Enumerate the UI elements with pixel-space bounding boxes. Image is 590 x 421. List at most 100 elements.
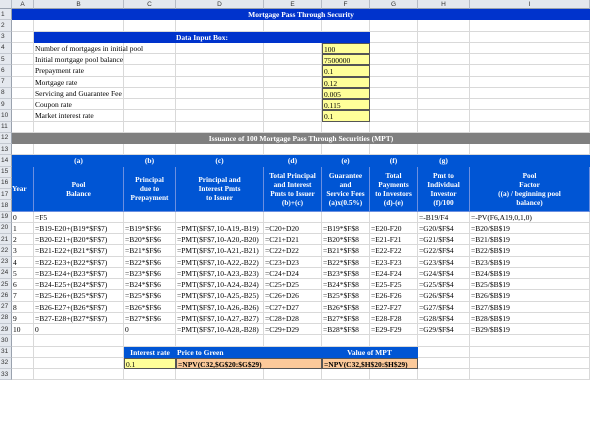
cell[interactable] [12,76,34,88]
formula-cell-b[interactable]: =B19*$F$6 [124,222,176,234]
formula-cell-b[interactable]: =B20*$F$6 [124,234,176,246]
column-header-f[interactable]: F [322,0,370,9]
cell[interactable] [370,335,418,347]
formula-cell-b[interactable]: =B23*$F$6 [124,267,176,279]
row-header-14[interactable]: 14 [0,155,12,167]
row-header-29[interactable]: 29 [0,324,12,336]
cell[interactable] [176,335,264,347]
column-header-d[interactable]: D [176,0,264,9]
cell[interactable] [34,335,124,347]
formula-cell-h[interactable]: =B27/$B$19 [470,301,590,313]
cell[interactable] [470,54,590,66]
formula-cell-c[interactable]: =PMT($F$7,10-A26,-B26) [176,301,264,313]
input-value-field[interactable]: 100 [322,42,370,54]
cell[interactable] [470,346,590,358]
select-all-corner[interactable] [0,0,12,9]
formula-cell-g[interactable]: =G21/$F$4 [418,234,470,246]
formula-cell-f[interactable]: =E24-F24 [370,267,418,279]
cell[interactable] [124,20,176,32]
cell[interactable] [470,110,590,122]
cell[interactable] [418,369,470,381]
cell[interactable] [322,369,370,381]
row-header-8[interactable]: 8 [0,87,12,99]
cell[interactable] [370,65,418,77]
formula-cell-d[interactable]: =C25+D25 [264,279,322,291]
cell[interactable] [34,144,124,156]
row-header-17[interactable]: 17 [0,189,12,201]
cell[interactable] [264,335,322,347]
row-header-9[interactable]: 9 [0,99,12,111]
formula-cell-e[interactable]: =B26*$F$8 [322,301,370,313]
formula-cell-h[interactable]: =B22/$B$19 [470,245,590,257]
formula-cell-b[interactable]: =B21*$F$6 [124,245,176,257]
row-header-16[interactable]: 16 [0,177,12,189]
cell[interactable] [34,20,124,32]
year-cell[interactable]: 10 [12,324,34,336]
formula-cell-b[interactable]: =B26*$F$6 [124,301,176,313]
cell[interactable] [418,346,470,358]
input-value-field[interactable]: 0.12 [322,76,370,88]
row-header-20[interactable]: 20 [0,222,12,234]
formula-cell-a[interactable]: =F5 [34,211,124,223]
cell[interactable] [322,335,370,347]
formula-cell-d[interactable]: =C29+D29 [264,324,322,336]
cell[interactable] [322,121,370,133]
formula-cell-b[interactable]: =B24*$F$6 [124,279,176,291]
cell[interactable] [12,42,34,54]
formula-cell-e[interactable]: =B28*$F$8 [322,324,370,336]
formula-cell-a[interactable]: =B27-E28+(B27*$F$7) [34,312,124,324]
row-header-30[interactable]: 30 [0,335,12,347]
formula-cell-a[interactable]: =B23-E24+(B23*$F$7) [34,267,124,279]
cell[interactable] [370,121,418,133]
cell[interactable] [12,110,34,122]
cell[interactable] [12,87,34,99]
formula-cell-d[interactable]: =C28+D28 [264,312,322,324]
input-value-field[interactable]: 0.1 [322,65,370,77]
formula-cell-a[interactable]: =B26-E27+(B26*$F$7) [34,301,124,313]
column-header-c[interactable]: C [124,0,176,9]
formula-cell-h[interactable]: =B28/$B$19 [470,312,590,324]
formula-cell-g[interactable]: =G24/$F$4 [418,267,470,279]
formula-cell-a[interactable]: =B19-E20+(B19*$F$7) [34,222,124,234]
formula-cell-g[interactable]: =G29/$F$4 [418,324,470,336]
cell[interactable] [470,42,590,54]
formula-cell-c[interactable]: =PMT($F$7,10-A22,-B22) [176,256,264,268]
row-header-2[interactable]: 2 [0,20,12,32]
cell[interactable] [124,369,176,381]
row-header-25[interactable]: 25 [0,279,12,291]
row-header-31[interactable]: 31 [0,346,12,358]
cell[interactable] [264,20,322,32]
cell[interactable] [418,42,470,54]
row-header-23[interactable]: 23 [0,256,12,268]
cell[interactable] [34,346,124,358]
cell[interactable] [418,357,470,369]
formula-cell-d[interactable]: =C20+D20 [264,222,322,234]
cell[interactable] [370,99,418,111]
cell[interactable] [12,20,34,32]
cell[interactable] [370,87,418,99]
cell[interactable] [418,65,470,77]
cell[interactable] [470,76,590,88]
year-cell[interactable]: 5 [12,267,34,279]
cell[interactable] [124,121,176,133]
row-header-19[interactable]: 19 [0,211,12,223]
row-header-18[interactable]: 18 [0,200,12,212]
cell[interactable] [370,76,418,88]
formula-cell-c[interactable] [176,211,264,223]
formula-cell-d[interactable] [264,211,322,223]
row-header-22[interactable]: 22 [0,245,12,257]
formula-cell-e[interactable]: =B20*$F$8 [322,234,370,246]
cell[interactable] [322,144,370,156]
year-cell[interactable]: 3 [12,245,34,257]
column-header-g[interactable]: G [370,0,418,9]
year-cell[interactable]: 1 [12,222,34,234]
formula-cell-h[interactable]: =B23/$B$19 [470,256,590,268]
row-header-7[interactable]: 7 [0,76,12,88]
cell[interactable] [12,65,34,77]
formula-cell-h[interactable]: =B26/$B$19 [470,290,590,302]
cell[interactable] [34,121,124,133]
formula-cell-d[interactable]: =C27+D27 [264,301,322,313]
row-header-11[interactable]: 11 [0,121,12,133]
cell[interactable] [470,357,590,369]
formula-cell-c[interactable]: =PMT($F$7,10-A23,-B23) [176,267,264,279]
